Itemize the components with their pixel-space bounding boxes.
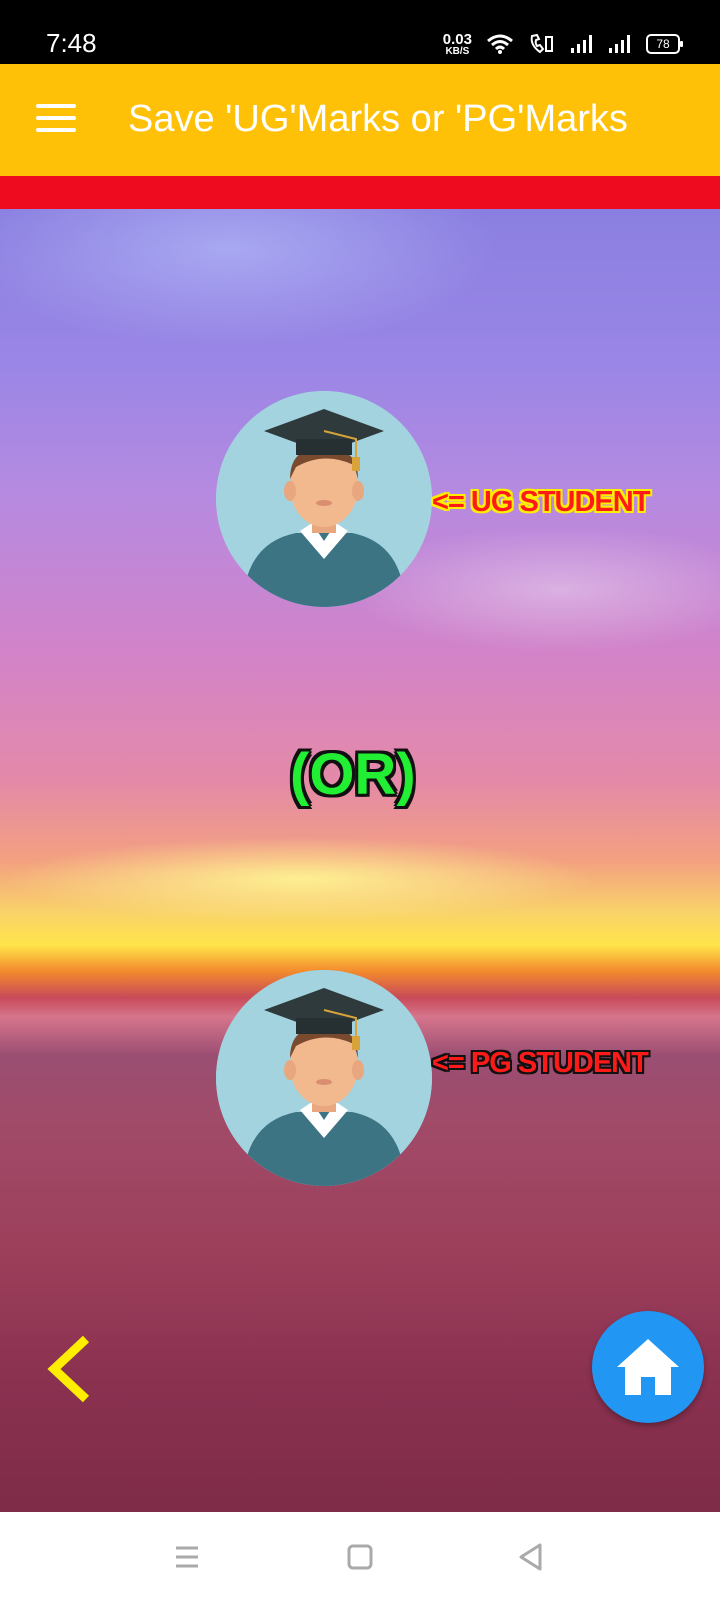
pg-student-label[interactable]: <= PG STUDENT [432,1047,649,1080]
ug-student-label[interactable]: <= UG STUDENT [432,486,650,519]
network-speed: 0.03 KB/S [443,32,472,57]
wifi-icon [487,34,513,54]
graduate-avatar-icon [216,391,432,607]
volte-call-icon [530,33,553,54]
pg-student-avatar-button[interactable] [216,970,432,1186]
graduate-avatar-icon [216,970,432,1186]
network-speed-value: 0.03 [442,30,472,48]
network-speed-unit: KB/S [445,45,470,57]
nav-back-triangle-icon[interactable] [514,1540,548,1574]
back-chevron-icon [47,1335,90,1403]
signal-sim2-icon [609,35,630,53]
main-content: <= UG STUDENT (OR) <= PG STUDENT [0,209,720,1512]
accent-band [0,176,720,209]
ug-student-avatar-button[interactable] [216,391,432,607]
system-nav-bar [0,1512,720,1600]
battery-icon: 78 [646,34,683,54]
signal-sim1-icon [571,35,592,53]
app-bar: Save 'UG'Marks or 'PG'Marks [0,64,720,176]
back-button[interactable] [40,1329,100,1409]
status-bar: 7:48 0.03 KB/S 78 [0,0,720,64]
app-title: Save 'UG'Marks or 'PG'Marks [128,98,628,140]
nav-home-square-icon[interactable] [343,1540,377,1574]
status-time: 7:48 [46,28,97,58]
status-icons: 0.03 KB/S 78 [443,24,683,64]
menu-icon[interactable] [36,104,76,138]
home-icon [617,1339,679,1395]
nav-menu-icon[interactable] [170,1540,204,1574]
or-separator: (OR) [290,742,416,807]
home-button[interactable] [592,1311,704,1423]
